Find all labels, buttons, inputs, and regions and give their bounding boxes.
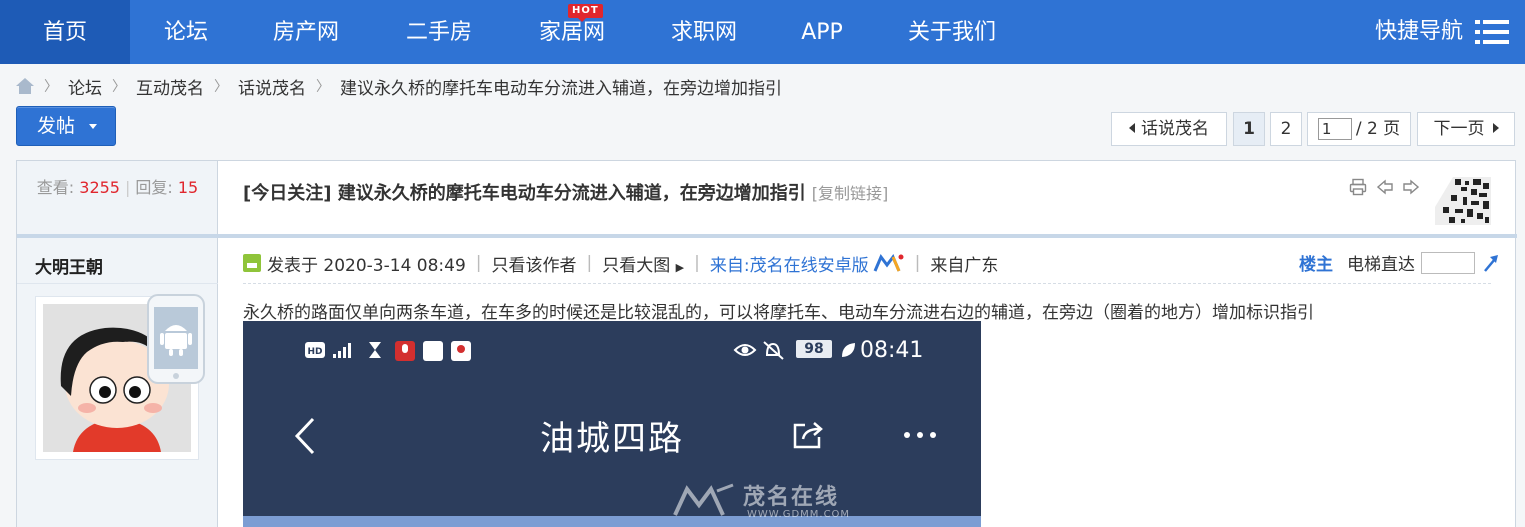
nav-item-second-hand[interactable]: 二手房 — [370, 0, 508, 64]
page-2-button[interactable]: 2 — [1270, 112, 1302, 146]
page-jump: 1/ 2 页 — [1307, 112, 1411, 146]
post-image[interactable]: HD 98 08:41 油城四路 茂名在线 WWW.GDMM.COM — [243, 321, 981, 527]
views-count: 3255 — [79, 178, 120, 197]
next-page-button[interactable]: 下一页 — [1417, 112, 1515, 146]
phone-battery: 98 — [796, 340, 832, 358]
post-meta: 发表于 2020-3-14 08:49 | 只看该作者 | 只看大图 ▶ | 来… — [243, 251, 999, 276]
phone-page-title: 油城四路 — [540, 419, 684, 459]
app-logo-icon — [873, 254, 904, 272]
post-location: 来自广东 — [930, 255, 999, 276]
home-icon[interactable] — [16, 78, 34, 94]
new-post-button[interactable]: 发帖 — [16, 106, 116, 146]
print-icon[interactable] — [1349, 178, 1367, 196]
next-thread-icon[interactable] — [1403, 178, 1419, 196]
hot-badge: HOT — [568, 4, 603, 22]
leaf-icon — [842, 343, 855, 357]
phone-eye-mute-icons — [733, 341, 784, 360]
floor-label: 楼主 — [1299, 255, 1333, 275]
thread-container: 查看: 3255 | 回复: 15 [今日关注] 建议永久桥的摩托车电动车分流进入辅… — [16, 160, 1517, 527]
nav-item-about[interactable]: 关于我们 — [872, 0, 1032, 64]
thread-tools — [1349, 178, 1419, 196]
jump-arrow-icon[interactable] — [1481, 253, 1501, 273]
page-1-button[interactable]: 1 — [1233, 112, 1265, 146]
play-icon: ▶ — [675, 260, 685, 274]
watermark-logo-icon — [673, 483, 734, 516]
breadcrumb-board[interactable]: 话说茂名 — [238, 74, 306, 99]
nav-item-home[interactable]: 首页 — [0, 0, 130, 64]
watermark-text: 茂名在线 — [743, 485, 840, 510]
phone-status-time: 08:41 — [860, 338, 924, 363]
more-icon — [904, 432, 936, 438]
only-large-image-link[interactable]: 只看大图 ▶ — [602, 251, 684, 276]
quick-nav[interactable]: 快捷导航 — [1375, 0, 1509, 64]
elevator-label: 电梯直达 — [1347, 255, 1415, 275]
thread-stats: 查看: 3255 | 回复: 15 — [36, 178, 199, 197]
floor-info: 楼主 电梯直达 — [1299, 250, 1501, 275]
author-name[interactable]: 大明王朝 — [35, 253, 103, 278]
android-device-icon — [147, 294, 205, 384]
online-status-icon — [243, 254, 261, 272]
nav-item-home-decor[interactable]: 家居网 HOT — [508, 0, 636, 64]
watermark-url: WWW.GDMM.COM — [747, 509, 851, 520]
source-link[interactable]: 来自:茂名在线安卓版 — [710, 251, 869, 276]
top-nav: 首页 论坛 房产网 二手房 家居网 HOT 求职网 APP 关于我们 快捷导航 — [0, 0, 1525, 64]
list-menu-icon — [1475, 20, 1509, 44]
prev-thread-icon[interactable] — [1377, 178, 1393, 196]
only-author-link[interactable]: 只看该作者 — [492, 251, 577, 276]
thread-title: [今日关注] 建议永久桥的摩托车电动车分流进入辅道，在旁边增加指引 [复制链接] — [243, 183, 889, 204]
chevron-down-icon — [89, 124, 97, 129]
nav-item-jobs[interactable]: 求职网 — [636, 0, 772, 64]
post-time: 发表于 2020-3-14 08:49 — [267, 255, 466, 276]
replies-count: 15 — [177, 178, 199, 197]
row-divider — [17, 234, 1517, 238]
svg-text:HD: HD — [307, 347, 322, 357]
nav-item-forum[interactable]: 论坛 — [130, 0, 242, 64]
nav-item-house[interactable]: 房产网 — [242, 0, 370, 64]
back-to-forum-button[interactable]: 话说茂名 — [1111, 112, 1227, 146]
breadcrumb: 〉 论坛 〉 互动茂名 〉 话说茂名 〉 建议永久桥的摩托车电动车分流进入辅道，… — [16, 72, 782, 100]
breadcrumb-thread[interactable]: 建议永久桥的摩托车电动车分流进入辅道，在旁边增加指引 — [340, 74, 782, 99]
chevron-right-icon — [1492, 123, 1499, 133]
copy-link-button[interactable]: [复制链接] — [812, 184, 889, 203]
breadcrumb-forum[interactable]: 论坛 — [68, 74, 102, 99]
floor-jump-input[interactable] — [1421, 251, 1475, 274]
qr-code-icon[interactable] — [1435, 177, 1491, 225]
phone-status-icons: HD — [305, 341, 471, 361]
page-jump-input[interactable]: 1 — [1317, 118, 1352, 140]
share-icon — [793, 422, 823, 449]
chevron-left-icon — [1129, 123, 1135, 133]
breadcrumb-interactive[interactable]: 互动茂名 — [136, 74, 204, 99]
avatar[interactable] — [35, 294, 205, 460]
nav-item-app[interactable]: APP — [772, 0, 872, 64]
post-content: 永久桥的路面仅单向两条车道，在车多的时候还是比较混乱的，可以将摩托车、电动车分流… — [243, 303, 1314, 323]
